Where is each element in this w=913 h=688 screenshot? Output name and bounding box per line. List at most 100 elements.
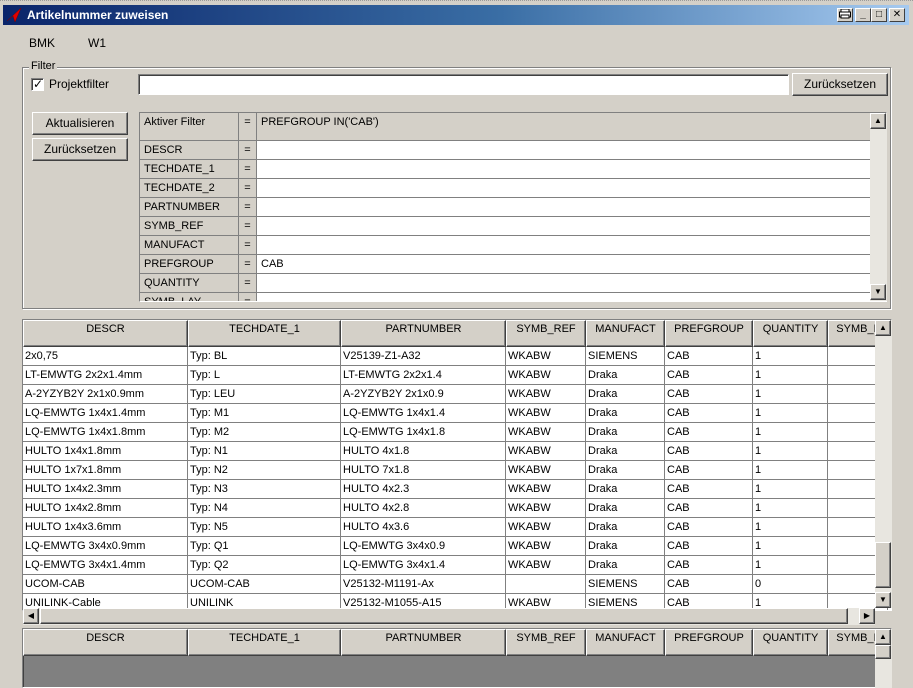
filter-text-input[interactable] (138, 74, 789, 95)
filter-value-input[interactable] (257, 293, 871, 301)
table-cell: 1 (753, 347, 828, 366)
column-header-descr[interactable]: DESCR (23, 320, 188, 347)
table-cell: CAB (665, 556, 753, 575)
filter-value-input[interactable] (257, 236, 871, 255)
table-cell: LQ-EMWTG 3x4x0.9mm (23, 537, 188, 556)
filter-grid-vscrollbar[interactable]: ▲ ▼ (870, 113, 887, 301)
scroll-up-button[interactable]: ▲ (870, 113, 886, 129)
table-cell: LT-EMWTG 2x2x1.4 (341, 366, 506, 385)
table-cell: Draka (586, 423, 665, 442)
table-cell: LT-EMWTG 2x2x1.4mm (23, 366, 188, 385)
table-cell: 1 (753, 404, 828, 423)
column-header-techdate-1[interactable]: TECHDATE_1 (188, 629, 341, 656)
filter-value-input[interactable] (257, 274, 871, 293)
scroll-left-button[interactable]: ◀ (23, 608, 39, 624)
column-header-symb-ref[interactable]: SYMB_REF (506, 320, 586, 347)
filter-field-label: DESCR (140, 141, 239, 160)
column-header-manufact[interactable]: MANUFACT (586, 320, 665, 347)
filter-row: SYMB_LAY = (140, 293, 871, 301)
refresh-button[interactable]: Aktualisieren (32, 112, 128, 135)
filter-field-label: TECHDATE_2 (140, 179, 239, 198)
scroll-thumb[interactable] (40, 608, 848, 624)
table-cell: Typ: LEU (188, 385, 341, 404)
filter-value-input[interactable]: CAB (257, 255, 871, 274)
title-bar[interactable]: Artikelnummer zuweisen _ □ ✕ (3, 5, 909, 25)
window-title: Artikelnummer zuweisen (27, 8, 169, 22)
print-button[interactable] (837, 8, 853, 22)
column-header-prefgroup[interactable]: PREFGROUP (665, 629, 753, 656)
column-header-partnumber[interactable]: PARTNUMBER (341, 320, 506, 347)
column-header-quantity[interactable]: QUANTITY (753, 629, 828, 656)
table-cell: Draka (586, 499, 665, 518)
table-cell: LQ-EMWTG 1x4x1.4mm (23, 404, 188, 423)
table-cell: WKABW (506, 461, 586, 480)
table-cell: 1 (753, 480, 828, 499)
arrow-up-icon: ▲ (879, 632, 887, 641)
red-arrow-icon (6, 7, 22, 23)
results-grid: DESCR TECHDATE_1 PARTNUMBER SYMB_REF MANUFAC… (22, 319, 892, 611)
table-cell: 1 (753, 385, 828, 404)
scroll-up-button[interactable]: ▲ (875, 629, 891, 645)
table-cell: CAB (665, 347, 753, 366)
table-cell: HULTO 1x4x3.6mm (23, 518, 188, 537)
table-cell: 1 (753, 518, 828, 537)
active-filter-value: PREFGROUP IN('CAB') (257, 113, 871, 141)
table-cell: CAB (665, 442, 753, 461)
table-cell: Draka (586, 537, 665, 556)
scroll-right-button[interactable]: ▶ (859, 608, 875, 624)
filter-value-input[interactable] (257, 198, 871, 217)
results-hscrollbar[interactable]: ◀ ▶ (23, 608, 875, 625)
selection-vscrollbar[interactable]: ▲ (875, 629, 892, 688)
table-cell: Typ: M2 (188, 423, 341, 442)
filter-operator: = (239, 141, 257, 160)
filter-operator: = (239, 274, 257, 293)
active-filter-eq: = (239, 113, 257, 141)
table-cell: HULTO 1x4x2.3mm (23, 480, 188, 499)
table-cell: WKABW (506, 347, 586, 366)
table-cell: A-2YZYB2Y 2x1x0.9 (341, 385, 506, 404)
table-cell: HULTO 1x4x2.8mm (23, 499, 188, 518)
arrow-down-icon: ▼ (879, 595, 887, 604)
table-cell: HULTO 4x2.3 (341, 480, 506, 499)
filter-value-input[interactable] (257, 179, 871, 198)
column-header-descr[interactable]: DESCR (23, 629, 188, 656)
column-header-techdate-1[interactable]: TECHDATE_1 (188, 320, 341, 347)
minimize-button[interactable]: _ (855, 8, 871, 22)
column-header-quantity[interactable]: QUANTITY (753, 320, 828, 347)
table-cell: CAB (665, 537, 753, 556)
close-button[interactable]: ✕ (889, 8, 905, 22)
reset-top-button[interactable]: Zurücksetzen (792, 73, 888, 96)
table-cell: CAB (665, 366, 753, 385)
table-cell: Typ: N3 (188, 480, 341, 499)
filter-field-label: SYMB_LAY (140, 293, 239, 301)
table-cell: Typ: Q1 (188, 537, 341, 556)
column-header-partnumber[interactable]: PARTNUMBER (341, 629, 506, 656)
column-header-symb-ref[interactable]: SYMB_REF (506, 629, 586, 656)
scroll-thumb[interactable] (875, 542, 891, 588)
table-cell: HULTO 7x1.8 (341, 461, 506, 480)
table-cell: UCOM-CAB (188, 575, 341, 594)
filter-value-input[interactable] (257, 160, 871, 179)
column-header-prefgroup[interactable]: PREFGROUP (665, 320, 753, 347)
table-cell: WKABW (506, 499, 586, 518)
table-cell: WKABW (506, 366, 586, 385)
scroll-up-button[interactable]: ▲ (875, 320, 891, 336)
reset-left-button[interactable]: Zurücksetzen (32, 138, 128, 161)
table-cell: Typ: N4 (188, 499, 341, 518)
maximize-button[interactable]: □ (871, 8, 887, 22)
table-cell: WKABW (506, 404, 586, 423)
scroll-thumb[interactable] (875, 645, 891, 659)
close-icon: ✕ (892, 9, 902, 20)
results-vscrollbar[interactable]: ▲ ▼ (875, 320, 892, 608)
scroll-down-button[interactable]: ▼ (875, 592, 891, 608)
column-header-manufact[interactable]: MANUFACT (586, 629, 665, 656)
arrow-right-icon: ▶ (863, 611, 871, 620)
scroll-down-button[interactable]: ▼ (870, 284, 886, 300)
filter-value-input[interactable] (257, 217, 871, 236)
filter-row: QUANTITY = (140, 274, 871, 293)
checkmark-icon: ✓ (33, 77, 44, 91)
table-cell: Draka (586, 518, 665, 537)
table-cell: Draka (586, 404, 665, 423)
projektfilter-checkbox[interactable]: ✓ (31, 77, 44, 91)
filter-value-input[interactable] (257, 141, 871, 160)
